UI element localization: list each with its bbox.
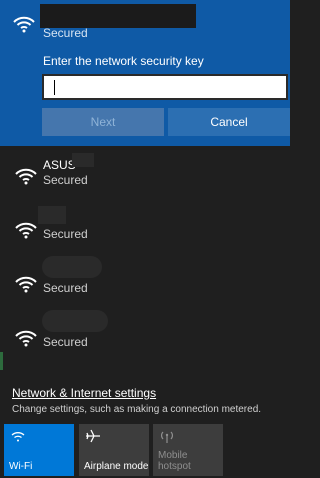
wifi-signal-icon <box>15 276 37 293</box>
security-key-prompt: Enter the network security key <box>43 54 204 68</box>
hotspot-label-line1: Mobile <box>158 450 188 461</box>
next-button[interactable]: Next <box>42 108 164 136</box>
redacted-block <box>42 256 102 278</box>
wifi-signal-icon <box>15 330 37 347</box>
network-status: Secured <box>43 335 88 349</box>
wifi-signal-icon <box>15 168 37 185</box>
network-item[interactable]: Secured <box>0 206 290 260</box>
text-caret <box>54 80 55 95</box>
wifi-secured-icon <box>13 16 35 33</box>
wifi-icon <box>11 432 25 442</box>
network-flyout: Secured Enter the network security key N… <box>0 0 290 478</box>
redacted-block <box>72 153 94 167</box>
background-sliver <box>0 352 3 370</box>
network-status: Secured <box>43 173 88 187</box>
redacted-block <box>42 310 108 332</box>
redacted-network-name <box>40 4 196 28</box>
hotspot-icon <box>161 431 173 443</box>
network-name: ASUS <box>43 158 76 172</box>
cancel-button[interactable]: Cancel <box>168 108 290 136</box>
hotspot-label-line2: hotspot <box>158 461 191 472</box>
security-key-input[interactable] <box>42 74 288 100</box>
wifi-signal-icon <box>15 222 37 239</box>
wifi-toggle-tile[interactable]: Wi-Fi <box>4 424 74 476</box>
airplane-icon <box>86 429 100 443</box>
airplane-mode-tile[interactable]: Airplane mode <box>79 424 149 476</box>
network-item[interactable]: Secured <box>0 310 290 368</box>
network-status: Secured <box>43 227 88 241</box>
airplane-tile-label: Airplane mode <box>84 461 149 472</box>
network-status: Secured <box>43 26 88 40</box>
hotspot-tile-label: Mobile hotspot <box>158 450 191 472</box>
wifi-tile-label: Wi-Fi <box>9 461 33 472</box>
selected-network[interactable]: Secured Enter the network security key N… <box>0 0 290 146</box>
network-item-asus[interactable]: ASUS Secured <box>0 152 290 206</box>
network-status: Secured <box>43 281 88 295</box>
network-settings-link[interactable]: Network & Internet settings <box>12 386 156 400</box>
redacted-block <box>38 206 66 224</box>
network-item[interactable]: Secured <box>0 256 290 314</box>
mobile-hotspot-tile[interactable]: Mobile hotspot <box>153 424 223 476</box>
network-settings-hint: Change settings, such as making a connec… <box>12 404 262 415</box>
